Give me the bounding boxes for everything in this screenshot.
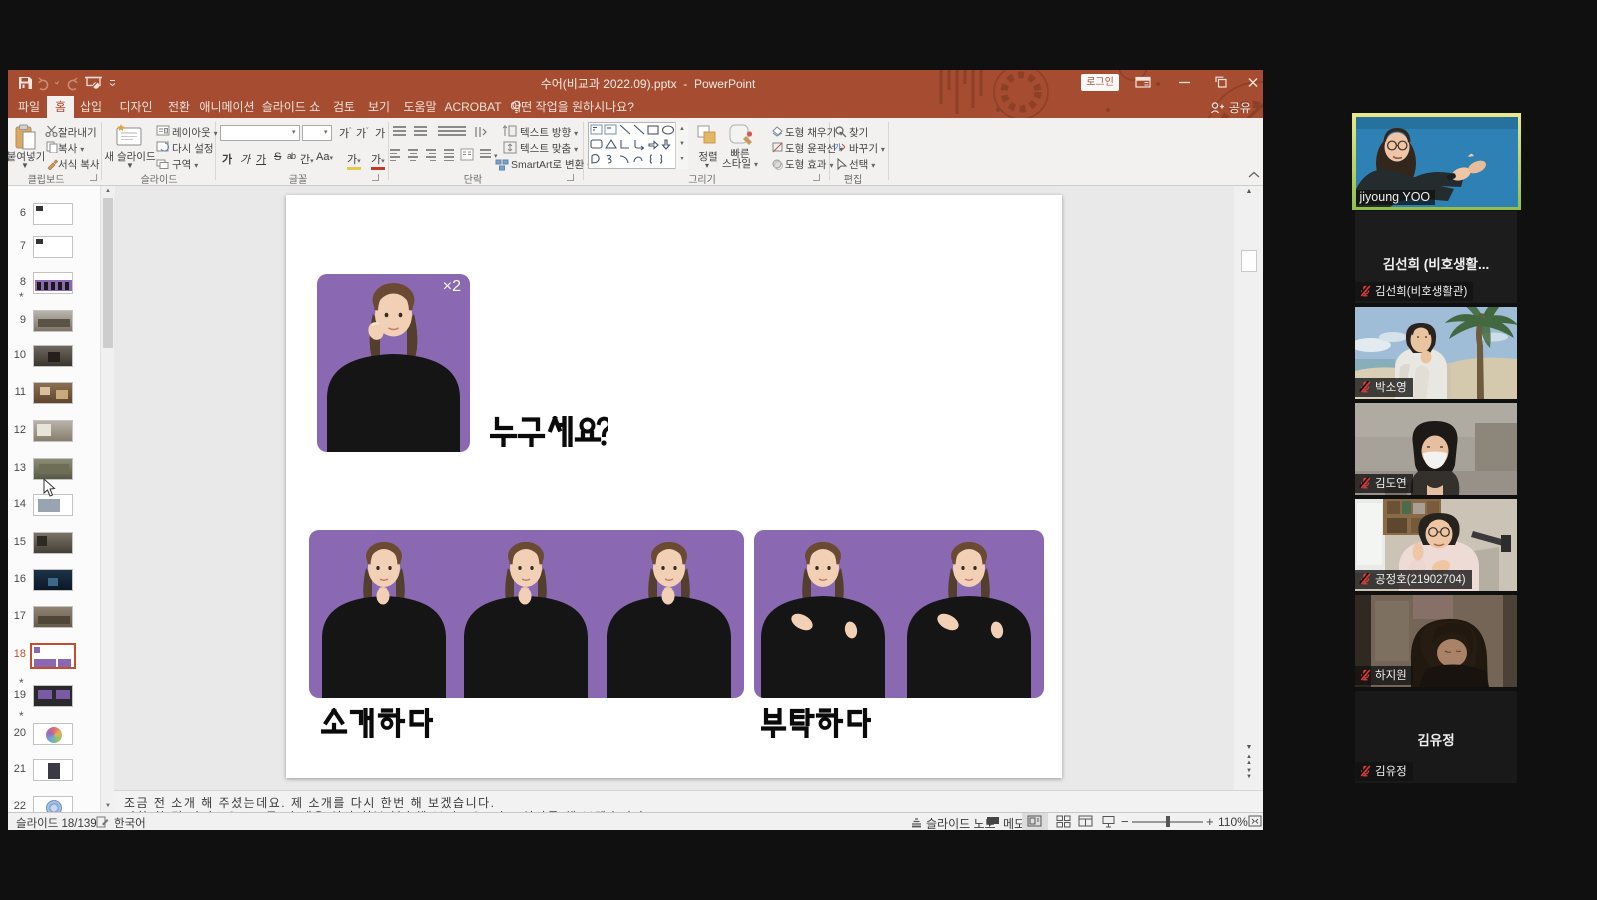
svg-text:가: 가 <box>834 143 842 152</box>
